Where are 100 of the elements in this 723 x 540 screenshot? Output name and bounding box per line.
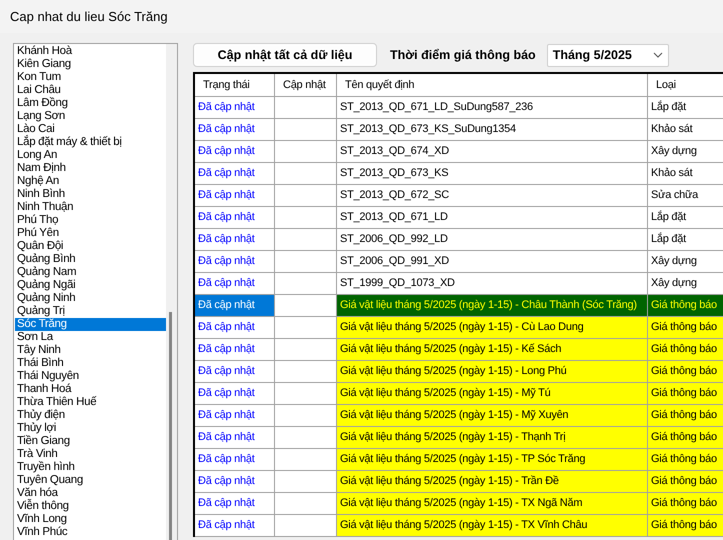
status-cell: Đã cập nhật xyxy=(195,119,275,141)
table-cell: ST_2013_QD_671_LD xyxy=(337,207,648,229)
list-item[interactable]: Quảng Nam xyxy=(15,266,166,279)
list-item[interactable]: Vĩnh Long xyxy=(15,513,166,526)
table-cell: Giá vật liệu tháng 5/2025 (ngày 1-15) - TX Vĩnh Châu xyxy=(337,515,648,537)
table-cell: Giá thông báo xyxy=(648,471,723,493)
status-cell: Đã cập nhật xyxy=(195,405,275,427)
list-item[interactable]: Thái Nguyên xyxy=(15,370,166,383)
table-cell: Xây dựng xyxy=(648,141,723,163)
status-cell: Đã cập nhật xyxy=(195,493,275,515)
list-item[interactable]: Sóc Trăng xyxy=(15,318,166,331)
table-cell: Giá thông báo xyxy=(648,449,723,471)
status-cell: Đã cập nhật xyxy=(195,515,275,537)
status-cell: Đã cập nhật xyxy=(195,383,275,405)
list-item[interactable]: Thừa Thiên Huế xyxy=(15,396,166,409)
table-cell: Giá vật liệu tháng 5/2025 (ngày 1-15) - Mỹ Tú xyxy=(337,383,648,405)
table-cell: Giá thông báo xyxy=(648,317,723,339)
list-item[interactable]: Nam Định xyxy=(15,162,166,175)
table-cell xyxy=(275,251,337,273)
status-cell: Đã cập nhật xyxy=(195,229,275,251)
table-cell: ST_2013_QD_674_XD xyxy=(337,141,648,163)
list-item[interactable]: Tây Ninh xyxy=(15,344,166,357)
window-title: Cap nhat du lieu Sóc Trăng xyxy=(10,8,168,26)
table-cell: Giá thông báo xyxy=(648,427,723,449)
period-select[interactable]: Tháng 5/2025 xyxy=(546,44,669,66)
list-item[interactable]: Quảng Trị xyxy=(15,305,166,318)
status-cell: Đã cập nhật xyxy=(195,427,275,449)
table-cell xyxy=(275,119,337,141)
column-header[interactable]: Loại xyxy=(648,74,723,97)
list-item[interactable]: Quân Đội xyxy=(15,240,166,253)
table-cell: Giá vật liệu tháng 5/2025 (ngày 1-15) - TX Ngã Năm xyxy=(337,493,648,515)
list-item[interactable]: Kon Tum xyxy=(15,71,166,84)
list-item[interactable]: Lai Châu xyxy=(15,84,166,97)
table-cell: Giá thông báo xyxy=(648,515,723,537)
province-list[interactable] xyxy=(13,43,178,540)
table-cell: Giá thông báo xyxy=(648,295,723,317)
list-item[interactable]: Lâm Đồng xyxy=(15,97,166,110)
table-cell xyxy=(275,207,337,229)
list-item[interactable]: Tiền Giang xyxy=(15,435,166,448)
chevron-down-icon xyxy=(652,52,663,58)
list-item[interactable]: Phú Thọ xyxy=(15,214,166,227)
list-item[interactable]: Văn hóa xyxy=(15,487,166,500)
list-item[interactable]: Sơn La xyxy=(15,331,166,344)
table-cell: Giá thông báo xyxy=(648,361,723,383)
table-cell: Giá thông báo xyxy=(648,339,723,361)
table-cell: Giá vật liệu tháng 5/2025 (ngày 1-15) - Long Phú xyxy=(337,361,648,383)
list-item[interactable]: Thái Bình xyxy=(15,357,166,370)
period-label: Thời điểm giá thông báo xyxy=(390,46,536,64)
list-item[interactable]: Nghệ An xyxy=(15,175,166,188)
status-cell: Đã cập nhật xyxy=(195,339,275,361)
scrollbar-thumb[interactable] xyxy=(169,312,172,540)
list-item[interactable]: Trà Vinh xyxy=(15,448,166,461)
list-item[interactable]: Lào Cai xyxy=(15,123,166,136)
table-cell: Giá vật liệu tháng 5/2025 (ngày 1-15) - Trần Đề xyxy=(337,471,648,493)
list-item[interactable]: Quảng Ngãi xyxy=(15,279,166,292)
table-cell: ST_2013_QD_672_SC xyxy=(337,185,648,207)
list-item[interactable]: Kiên Giang xyxy=(15,58,166,71)
table-cell xyxy=(275,273,337,295)
list-item[interactable]: Quảng Ninh xyxy=(15,292,166,305)
scrollbar[interactable] xyxy=(166,44,177,540)
list-item[interactable]: Thủy điện xyxy=(15,409,166,422)
table-cell: ST_2006_QD_992_LD xyxy=(337,229,648,251)
list-item[interactable]: Lạng Sơn xyxy=(15,110,166,123)
update-all-button[interactable]: Cập nhật tất cả dữ liệu xyxy=(193,43,377,67)
table-cell: ST_2013_QD_673_KS xyxy=(337,163,648,185)
table-cell xyxy=(275,229,337,251)
list-item[interactable]: Thanh Hoá xyxy=(15,383,166,396)
column-header[interactable]: Tên quyết định xyxy=(337,74,648,97)
list-item[interactable]: Lắp đặt máy & thiết bị xyxy=(15,136,166,149)
list-item[interactable]: Ninh Bình xyxy=(15,188,166,201)
table-cell: Giá vật liệu tháng 5/2025 (ngày 1-15) - Thạnh Trị xyxy=(337,427,648,449)
list-item[interactable]: Ninh Thuận xyxy=(15,201,166,214)
status-cell: Đã cập nhật xyxy=(195,251,275,273)
table-cell: Sửa chữa xyxy=(648,185,723,207)
list-item[interactable]: Truyền hình xyxy=(15,461,166,474)
column-header[interactable]: Trạng thái xyxy=(195,74,275,97)
status-cell: Đã cập nhật xyxy=(195,361,275,383)
status-cell: Đã cập nhật xyxy=(195,185,275,207)
status-cell: Đã cập nhật xyxy=(195,295,275,317)
table-cell: ST_2013_QD_673_KS_SuDung1354 xyxy=(337,119,648,141)
list-item[interactable]: Long An xyxy=(15,149,166,162)
status-cell: Đã cập nhật xyxy=(195,207,275,229)
table-cell: Giá vật liệu tháng 5/2025 (ngày 1-15) - Châu Thành (Sóc Trăng) xyxy=(337,295,648,317)
table-cell xyxy=(275,141,337,163)
list-item[interactable]: Quảng Bình xyxy=(15,253,166,266)
status-cell: Đã cập nhật xyxy=(195,471,275,493)
list-item[interactable]: Vĩnh Phúc xyxy=(15,526,166,539)
table-cell: Khảo sát xyxy=(648,119,723,141)
table-cell xyxy=(275,163,337,185)
table-cell: Lắp đặt xyxy=(648,229,723,251)
list-item[interactable]: Thủy lợi xyxy=(15,422,166,435)
list-item[interactable]: Phú Yên xyxy=(15,227,166,240)
list-item[interactable]: Viễn thông xyxy=(15,500,166,513)
table-cell xyxy=(275,185,337,207)
status-cell: Đã cập nhật xyxy=(195,317,275,339)
list-item[interactable]: Khánh Hoà xyxy=(15,45,166,58)
list-item[interactable]: Tuyên Quang xyxy=(15,474,166,487)
column-header[interactable]: Cập nhật xyxy=(275,74,337,97)
table-cell: Lắp đặt xyxy=(648,97,723,119)
table-cell: Giá vật liệu tháng 5/2025 (ngày 1-15) - TP Sóc Trăng xyxy=(337,449,648,471)
